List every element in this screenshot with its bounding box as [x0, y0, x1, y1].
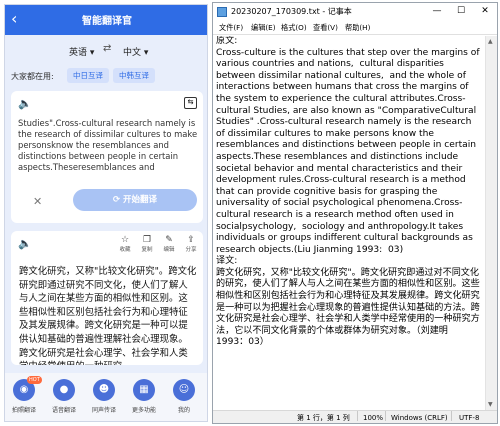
nav-label: 更多功能 — [131, 407, 156, 414]
share-action[interactable]: ⇪ 分享 — [183, 235, 199, 254]
cursor-position: 第 1 行，第 1 列 — [297, 414, 350, 422]
line-ending: Windows (CRLF) — [391, 414, 448, 422]
share-icon: ⇪ — [187, 235, 195, 245]
share-label: 分享 — [185, 247, 197, 253]
user-icon: ☺ — [173, 379, 195, 401]
status-divider — [451, 411, 452, 421]
swap-languages-icon[interactable]: ⇄ — [103, 43, 111, 54]
nav-mine[interactable]: ☺ 我的 — [167, 379, 201, 414]
microphone-icon: ● — [53, 379, 75, 401]
target-language-dropdown[interactable]: 中文 ▾ — [123, 45, 148, 58]
edit-label: 编辑 — [163, 247, 175, 253]
favorite-label: 收藏 — [119, 247, 131, 253]
speaker-icon[interactable]: 🔈 — [18, 97, 32, 110]
maximize-button[interactable]: ☐ — [449, 3, 473, 21]
status-divider — [357, 411, 358, 421]
bottom-nav: ◉ HOT 拍照翻译 ● 语音翻译 ☻ 同声传译 ▦ 更多功能 ☺ 我的 — [5, 373, 207, 421]
output-card: 🔈 ☆ 收藏 ❐ 复制 ✎ 编辑 ⇪ 分享 跨文化研究，又称"比较文化研究"。跨… — [11, 231, 203, 365]
nav-photo-translate[interactable]: ◉ HOT 拍照翻译 — [7, 376, 42, 414]
hot-badge: HOT — [27, 376, 42, 384]
chip-zh-ko[interactable]: 中韩互译 — [113, 68, 155, 83]
translator-app: ‹ 智能翻译官 英语 ▾ ⇄ 中文 ▾ 大家都在用: 中日互译 中韩互译 🔈 ⇆… — [4, 4, 208, 422]
close-button[interactable]: ✕ — [473, 3, 497, 21]
speaker-icon[interactable]: 🔈 — [18, 237, 32, 250]
menu-file[interactable]: 文件(F) — [219, 21, 243, 35]
language-selector: 英语 ▾ ⇄ 中文 ▾ — [5, 41, 207, 61]
copy-action[interactable]: ❐ 复制 — [139, 235, 155, 254]
notepad-icon — [217, 7, 227, 17]
edit-action[interactable]: ✎ 编辑 — [161, 235, 177, 254]
nav-label: 同声传译 — [91, 407, 116, 414]
scroll-down-icon[interactable]: ▼ — [488, 401, 493, 408]
status-divider — [385, 411, 386, 421]
nav-label: 语音翻译 — [51, 407, 76, 414]
nav-more[interactable]: ▦ 更多功能 — [127, 379, 161, 414]
star-icon: ☆ — [120, 235, 130, 245]
edit-icon: ✎ — [165, 235, 173, 245]
nav-label: 我的 — [177, 407, 190, 414]
scroll-up-icon[interactable]: ▲ — [488, 38, 493, 45]
translated-text: 跨文化研究，又称"比较文化研究"。跨文化研究即通过研究不同文化，使人们了解人与人… — [19, 266, 197, 365]
status-bar: 第 1 行，第 1 列 100% Windows (CRLF) UTF-8 — [213, 410, 497, 423]
copy-label: 复制 — [141, 247, 153, 253]
text-editor[interactable]: 原文: Cross-culture is the cultures that s… — [216, 36, 482, 408]
zoom-level: 100% — [363, 414, 384, 422]
menu-edit[interactable]: 编辑(E) — [251, 21, 276, 35]
copy-icon: ❐ — [142, 235, 152, 245]
menu-help[interactable]: 帮助(H) — [345, 21, 370, 35]
clear-icon[interactable]: ✕ — [33, 195, 42, 208]
chip-zh-ja[interactable]: 中日互译 — [67, 68, 109, 83]
nav-label: 拍照翻译 — [11, 407, 36, 414]
minimize-button[interactable]: — — [425, 3, 449, 21]
settings-toggle-icon[interactable]: ⇆ — [184, 97, 197, 109]
menu-format[interactable]: 格式(O) — [281, 21, 307, 35]
encoding: UTF-8 — [459, 414, 480, 422]
simultaneous-icon: ☻ — [93, 379, 115, 401]
nav-simultaneous[interactable]: ☻ 同声传译 — [87, 379, 121, 414]
source-text-input[interactable]: Studies".Cross-cultural research namely … — [18, 118, 198, 182]
input-card: 🔈 ⇆ Studies".Cross-cultural research nam… — [11, 91, 203, 223]
app-title: 智能翻译官 — [82, 16, 132, 27]
start-translate-label: 开始翻译 — [123, 195, 158, 205]
app-header: ‹ 智能翻译官 — [5, 5, 207, 35]
menu-bar: 文件(F) 编辑(E) 格式(O) 查看(V) 帮助(H) — [213, 21, 497, 35]
popular-modes-label: 大家都在用: — [11, 72, 54, 81]
vertical-scrollbar[interactable]: ▲ ▼ — [485, 36, 497, 410]
window-title: 20230207_170309.txt - 记事本 — [231, 7, 352, 16]
refresh-icon: ⟳ — [112, 195, 124, 205]
notepad-window: 20230207_170309.txt - 记事本 — ☐ ✕ 文件(F) 编辑… — [212, 2, 498, 424]
favorite-action[interactable]: ☆ 收藏 — [117, 235, 133, 254]
grid-icon: ▦ — [133, 379, 155, 401]
nav-voice-translate[interactable]: ● 语音翻译 — [47, 379, 81, 414]
title-bar: 20230207_170309.txt - 记事本 — ☐ ✕ — [213, 3, 497, 21]
source-language-dropdown[interactable]: 英语 ▾ — [69, 45, 94, 58]
menu-view[interactable]: 查看(V) — [313, 21, 338, 35]
start-translate-button[interactable]: ⟳ 开始翻译 — [73, 189, 197, 211]
